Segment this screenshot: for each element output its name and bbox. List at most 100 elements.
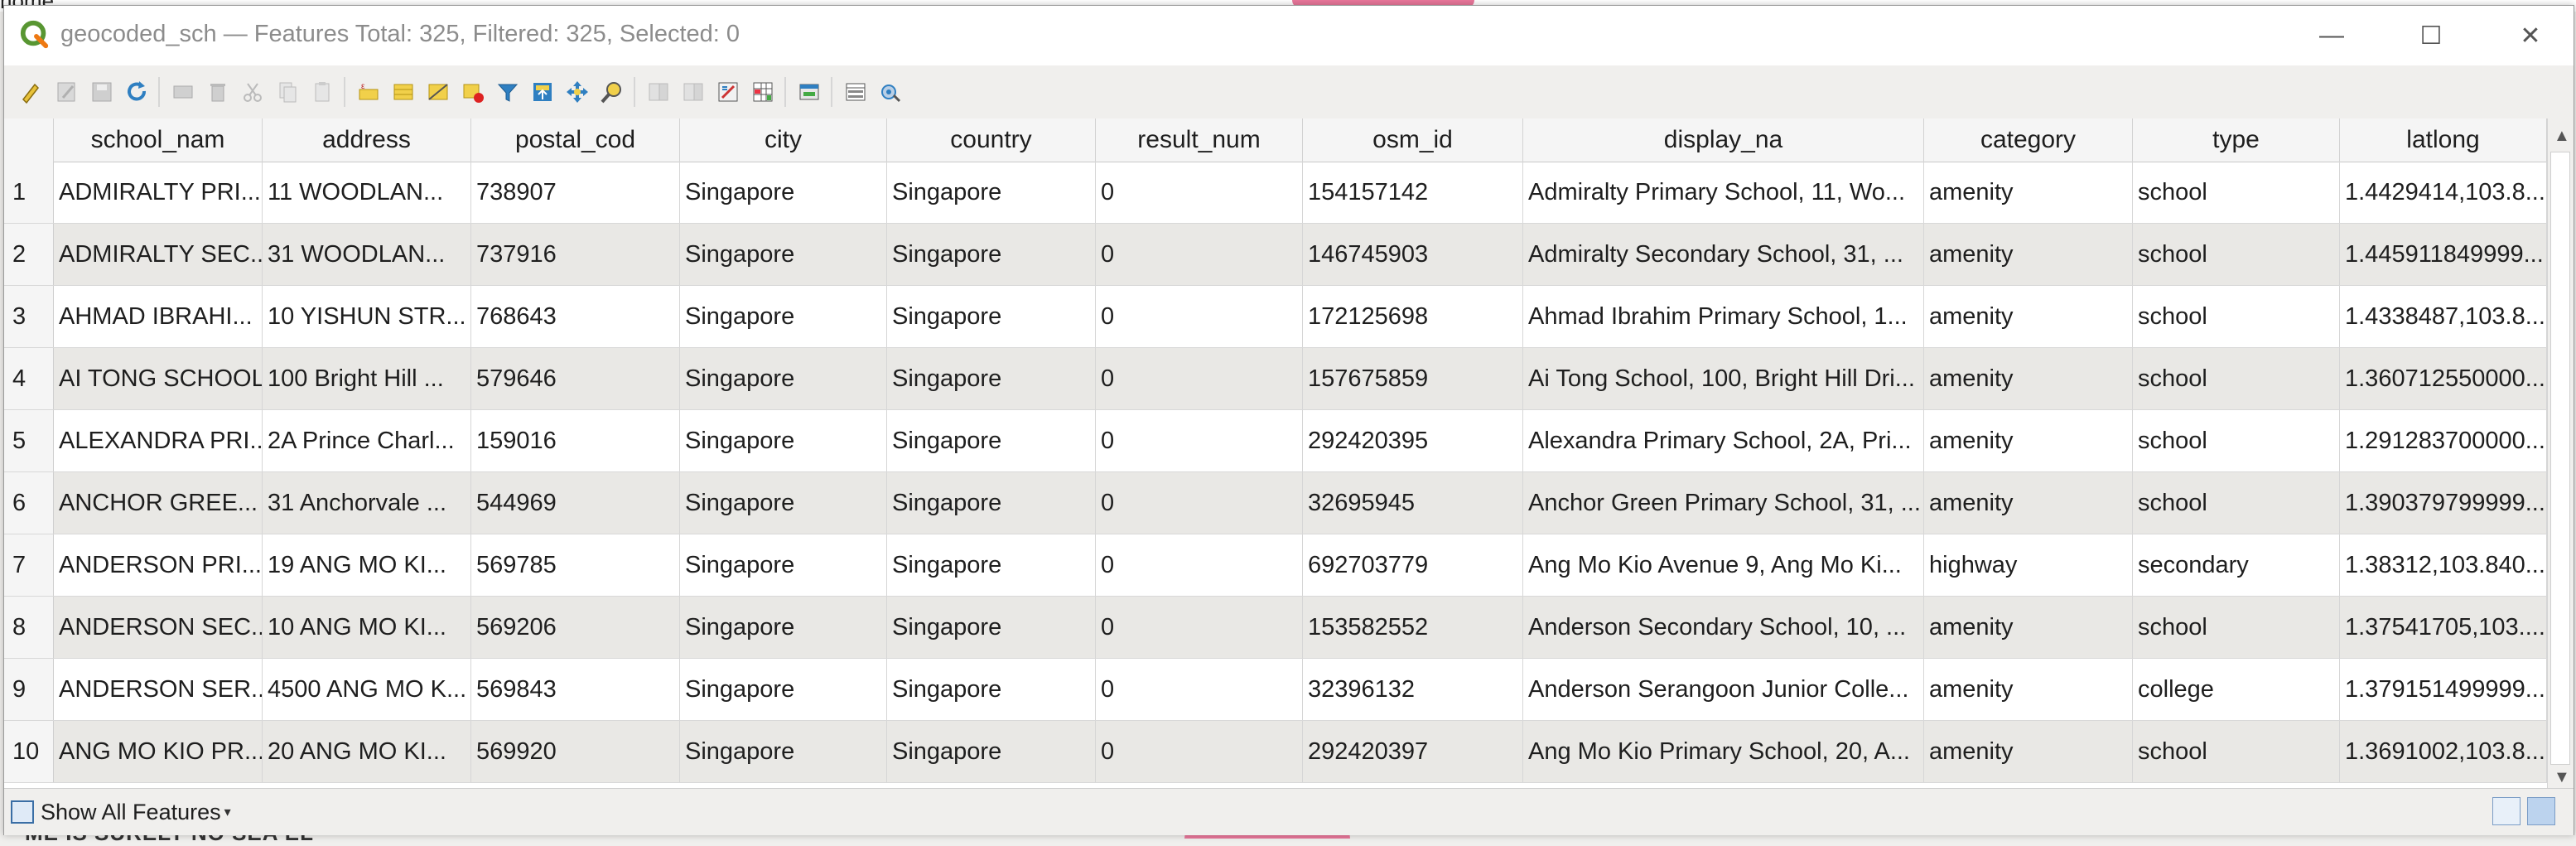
column-header-school_nam[interactable]: school_nam (54, 118, 263, 162)
table-cell-type[interactable]: school (2133, 410, 2340, 471)
table-cell-type[interactable]: school (2133, 286, 2340, 347)
scrollbar-thumb[interactable] (2550, 152, 2570, 765)
table-cell-city[interactable]: Singapore (680, 721, 887, 782)
reload-icon[interactable] (122, 77, 152, 107)
table-cell-category[interactable]: amenity (1924, 162, 2133, 223)
table-cell-category[interactable]: amenity (1924, 410, 2133, 471)
table-row[interactable]: 9 ANDERSON SER... 4500 ANG MO K... 569843 Si… (4, 659, 2547, 721)
add-feature-icon[interactable] (168, 77, 198, 107)
column-header-address[interactable]: address (263, 118, 471, 162)
table-cell-result_num[interactable]: 0 (1096, 348, 1303, 409)
table-row[interactable]: 7 ANDERSON PRI... 19 ANG MO KI... 569785 Sin… (4, 534, 2547, 597)
table-cell-country[interactable]: Singapore (887, 348, 1096, 409)
table-cell-school_nam[interactable]: ANG MO KIO PR... (54, 721, 263, 782)
table-row[interactable]: 2 ADMIRALTY SEC... 31 WOODLAN... 737916 Sing… (4, 224, 2547, 286)
table-cell-osm_id[interactable]: 692703779 (1303, 534, 1523, 596)
table-cell-display_na[interactable]: Admiralty Secondary School, 31, ... (1523, 224, 1924, 285)
table-cell-result_num[interactable]: 0 (1096, 597, 1303, 658)
table-cell-address[interactable]: 11 WOODLAN... (263, 162, 471, 223)
table-cell-latlong[interactable]: 1.3691002,103.8... (2340, 721, 2547, 782)
table-cell-latlong[interactable]: 1.4429414,103.8... (2340, 162, 2547, 223)
table-cell-latlong[interactable]: 1.360712550000... (2340, 348, 2547, 409)
table-cell-postal_cod[interactable]: 737916 (471, 224, 680, 285)
table-cell-school_nam[interactable]: ANDERSON PRI... (54, 534, 263, 596)
table-cell-category[interactable]: amenity (1924, 597, 2133, 658)
table-cell-type[interactable]: school (2133, 472, 2340, 534)
table-cell-display_na[interactable]: Admiralty Primary School, 11, Wo... (1523, 162, 1924, 223)
table-cell-display_na[interactable]: Ahmad Ibrahim Primary School, 1... (1523, 286, 1924, 347)
table-cell-postal_cod[interactable]: 569843 (471, 659, 680, 720)
delete-field-icon[interactable] (678, 77, 708, 107)
table-cell-display_na[interactable]: Ang Mo Kio Avenue 9, Ang Mo Ki... (1523, 534, 1924, 596)
table-cell-address[interactable]: 4500 ANG MO K... (263, 659, 471, 720)
table-cell-category[interactable]: amenity (1924, 224, 2133, 285)
row-number[interactable]: 3 (4, 286, 54, 347)
column-header-type[interactable]: type (2133, 118, 2340, 162)
table-cell-school_nam[interactable]: ANDERSON SEC... (54, 597, 263, 658)
table-cell-address[interactable]: 20 ANG MO KI... (263, 721, 471, 782)
table-cell-osm_id[interactable]: 32695945 (1303, 472, 1523, 534)
row-number[interactable]: 8 (4, 597, 54, 658)
table-cell-result_num[interactable]: 0 (1096, 721, 1303, 782)
attribute-table[interactable]: school_nam address postal_cod city count… (4, 118, 2547, 788)
table-cell-display_na[interactable]: Anchor Green Primary School, 31, ... (1523, 472, 1924, 534)
column-header-postal_cod[interactable]: postal_cod (471, 118, 680, 162)
table-corner-button[interactable] (4, 118, 54, 162)
filter-select-icon[interactable] (493, 77, 523, 107)
table-cell-osm_id[interactable]: 172125698 (1303, 286, 1523, 347)
scroll-down-icon[interactable]: ▼ (2554, 768, 2570, 787)
table-row[interactable]: 5 ALEXANDRA PRI... 2A Prince Charl... 15901… (4, 410, 2547, 472)
table-cell-result_num[interactable]: 0 (1096, 410, 1303, 471)
maximize-button[interactable]: ☐ (2381, 12, 2481, 59)
table-cell-category[interactable]: amenity (1924, 721, 2133, 782)
table-row[interactable]: 1 ADMIRALTY PRI... 11 WOODLAN... 738907 Sing… (4, 162, 2547, 224)
copy-icon[interactable] (273, 77, 302, 107)
table-cell-osm_id[interactable]: 292420397 (1303, 721, 1523, 782)
table-cell-osm_id[interactable]: 32396132 (1303, 659, 1523, 720)
table-cell-postal_cod[interactable]: 569785 (471, 534, 680, 596)
table-cell-postal_cod[interactable]: 768643 (471, 286, 680, 347)
column-header-country[interactable]: country (887, 118, 1096, 162)
delete-selected-icon[interactable] (203, 77, 233, 107)
table-cell-address[interactable]: 31 WOODLAN... (263, 224, 471, 285)
table-cell-city[interactable]: Singapore (680, 534, 887, 596)
cut-icon[interactable] (238, 77, 268, 107)
table-cell-postal_cod[interactable]: 738907 (471, 162, 680, 223)
table-cell-latlong[interactable]: 1.37541705,103.... (2340, 597, 2547, 658)
table-cell-city[interactable]: Singapore (680, 410, 887, 471)
table-cell-category[interactable]: amenity (1924, 286, 2133, 347)
row-number[interactable]: 1 (4, 162, 54, 223)
table-cell-latlong[interactable]: 1.445911849999... (2340, 224, 2547, 285)
move-selection-to-top-icon[interactable] (528, 77, 557, 107)
column-header-city[interactable]: city (680, 118, 887, 162)
new-field-icon[interactable] (644, 77, 673, 107)
table-cell-type[interactable]: school (2133, 597, 2340, 658)
table-cell-type[interactable]: college (2133, 659, 2340, 720)
table-cell-type[interactable]: school (2133, 348, 2340, 409)
close-button[interactable]: ✕ (2481, 12, 2576, 59)
table-cell-country[interactable]: Singapore (887, 721, 1096, 782)
pan-to-selected-icon[interactable] (562, 77, 592, 107)
table-cell-school_nam[interactable]: ALEXANDRA PRI... (54, 410, 263, 471)
table-cell-city[interactable]: Singapore (680, 659, 887, 720)
table-cell-city[interactable]: Singapore (680, 348, 887, 409)
table-cell-address[interactable]: 31 Anchorvale ... (263, 472, 471, 534)
table-cell-country[interactable]: Singapore (887, 659, 1096, 720)
table-cell-city[interactable]: Singapore (680, 286, 887, 347)
dock-table-icon[interactable] (794, 77, 824, 107)
table-cell-country[interactable]: Singapore (887, 597, 1096, 658)
table-cell-display_na[interactable]: Ang Mo Kio Primary School, 20, A... (1523, 721, 1924, 782)
minimize-button[interactable]: — (2282, 12, 2381, 59)
table-row[interactable]: 3 AHMAD IBRAHI... 10 YISHUN STR... 768643 Si… (4, 286, 2547, 348)
table-cell-postal_cod[interactable]: 544969 (471, 472, 680, 534)
column-header-display_na[interactable]: display_na (1523, 118, 1924, 162)
organize-columns-icon[interactable] (841, 77, 871, 107)
table-cell-country[interactable]: Singapore (887, 534, 1096, 596)
field-calculator-icon[interactable] (713, 77, 743, 107)
table-cell-city[interactable]: Singapore (680, 597, 887, 658)
save-edits-icon[interactable] (87, 77, 117, 107)
row-number[interactable]: 2 (4, 224, 54, 285)
table-cell-country[interactable]: Singapore (887, 162, 1096, 223)
zoom-to-selected-icon[interactable] (597, 77, 627, 107)
column-header-result_num[interactable]: result_num (1096, 118, 1303, 162)
